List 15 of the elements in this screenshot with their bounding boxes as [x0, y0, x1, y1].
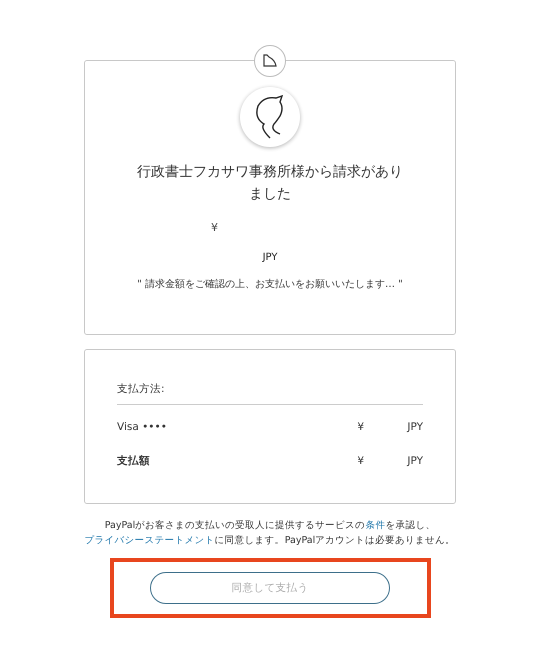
currency-text: JPY — [407, 421, 423, 433]
amount-text: ¥ — [357, 455, 366, 467]
currency-text: JPY — [407, 455, 423, 467]
text-link[interactable]: 条件 — [365, 520, 386, 531]
amount-text: ¥ — [357, 421, 366, 433]
invoice-title: 行政書士フカサワ事務所様から請求がありました — [136, 163, 404, 204]
card-label: Visa •••• — [117, 421, 168, 433]
consent-text: PayPalがお客さまの支払いの受取人に提供するサービスの条件を承認し、 プライバシーステートメント に同意します。PayPalアカウントは必要ありません。 — [84, 519, 456, 548]
payment-method-label: 支払方法: — [117, 382, 423, 405]
text-link[interactable]: プライバシーステートメント — [84, 535, 215, 546]
avatar-icon — [240, 87, 300, 147]
currency-text: JPY — [262, 252, 278, 263]
amount-text: ¥ — [211, 221, 218, 234]
invoice-note: " 請求金額をご確認の上、お支払いをお願いいたします… " — [137, 278, 403, 291]
total-label: 支払額 — [117, 454, 151, 468]
